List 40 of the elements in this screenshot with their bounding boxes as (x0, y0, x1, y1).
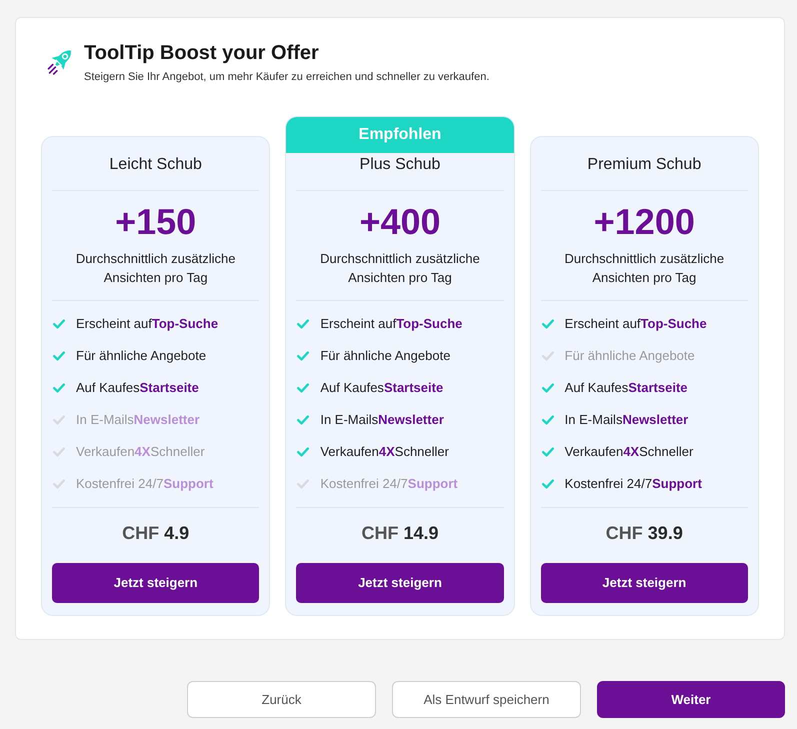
feature-text: Für ähnliche Angebote (76, 347, 206, 366)
feature-text: Kostenfrei 24/7Support (76, 475, 214, 494)
feature-text: In E-MailsNewsletter (76, 411, 200, 430)
feature-text: Erscheint aufTop-Suche (320, 315, 462, 334)
feature-text: Verkaufen4XSchneller (76, 443, 205, 462)
boost-button[interactable]: Jetzt steigern (296, 563, 504, 603)
feature-text: Für ähnliche Angebote (320, 347, 450, 366)
feature-text: In E-MailsNewsletter (564, 411, 688, 430)
views-count: +400 (358, 202, 442, 242)
plan-name: Plus Schub (358, 155, 442, 175)
views-caption: Durchschnittlich zusätzliche Ansichten pro Tag (563, 250, 726, 287)
feature-text: Erscheint aufTop-Suche (564, 315, 707, 334)
price-text: CHF 14.9 (360, 522, 440, 545)
rocket-icon (46, 49, 74, 75)
panel-title: ToolTip Boost your Offer (84, 41, 320, 66)
feature-text: Erscheint aufTop-Suche (76, 315, 218, 334)
feature-text: Auf KaufesStartseite (320, 379, 444, 398)
secondary-button[interactable]: Zurück (187, 681, 376, 718)
next-button[interactable]: Weiter (597, 681, 785, 718)
price-text: CHF 4.9 (121, 522, 190, 545)
feature-text: In E-MailsNewsletter (320, 411, 444, 430)
feature-text: Für ähnliche Angebote (564, 347, 695, 366)
feature-text: Auf KaufesStartseite (564, 379, 688, 398)
views-count: +1200 (592, 202, 696, 242)
feature-text: Kostenfrei 24/7Support (564, 475, 702, 494)
feature-text: Verkaufen4XSchneller (320, 443, 449, 462)
views-caption: Durchschnittlich zusätzliche Ansichten pro Tag (74, 250, 236, 287)
plan-name: Leicht Schub (108, 155, 203, 175)
price-text: CHF 39.9 (604, 522, 684, 545)
views-count: +150 (114, 202, 198, 242)
recommended-badge: Empfohlen (286, 117, 514, 153)
plan-name: Premium Schub (586, 155, 702, 175)
secondary-button[interactable]: Als Entwurf speichern (392, 681, 581, 718)
boost-button[interactable]: Jetzt steigern (540, 563, 748, 603)
feature-text: Auf KaufesStartseite (76, 379, 199, 398)
views-caption: Durchschnittlich zusätzliche Ansichten pro Tag (319, 250, 481, 287)
feature-text: Verkaufen4XSchneller (564, 443, 694, 462)
feature-text: Kostenfrei 24/7Support (320, 475, 458, 494)
panel-subtitle: Steigern Sie Ihr Angebot, um mehr Käufer zu erreichen und schneller zu verkaufen. (84, 70, 490, 85)
boost-button[interactable]: Jetzt steigern (52, 563, 260, 603)
